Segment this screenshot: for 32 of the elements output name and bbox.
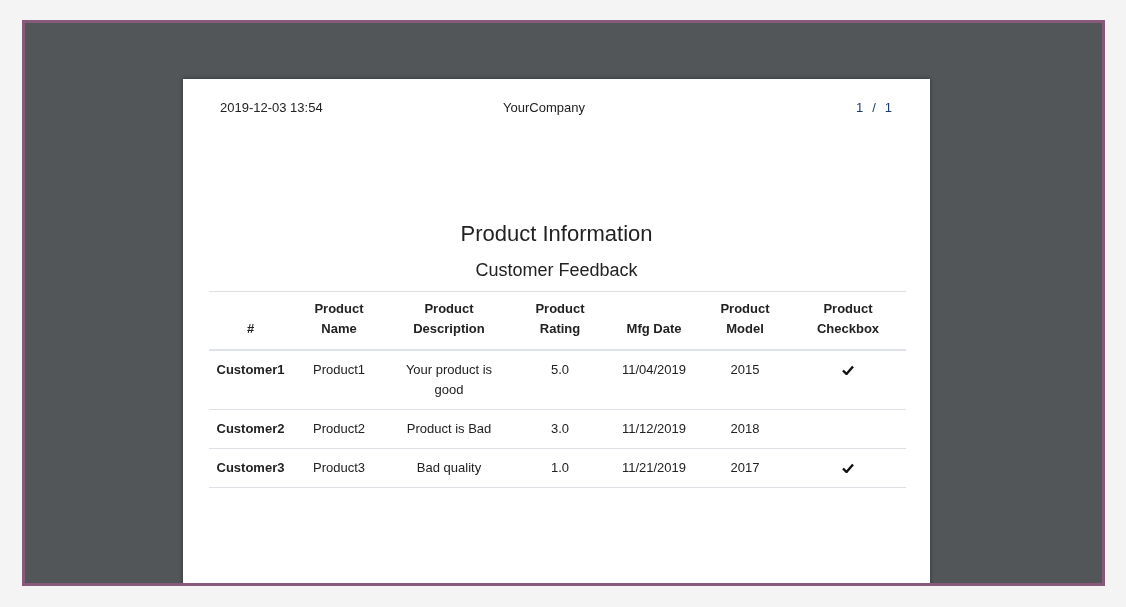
table-cell: Product2 — [292, 409, 386, 448]
table-cell: 3.0 — [512, 409, 608, 448]
print-timestamp: 2019-12-03 13:54 — [220, 98, 324, 117]
customer-cell: Customer3 — [209, 448, 292, 487]
customer-cell: Customer2 — [209, 409, 292, 448]
column-header: Mfg Date — [608, 291, 700, 350]
column-header: Product Description — [386, 291, 512, 350]
table-cell: 11/21/2019 — [608, 448, 700, 487]
column-header: Product Name — [292, 291, 386, 350]
company-name: YourCompany — [502, 98, 586, 117]
table-cell: 5.0 — [512, 349, 608, 409]
table-cell: Product is Bad — [386, 409, 512, 448]
table-cell: 1.0 — [512, 448, 608, 487]
column-header: Product Checkbox — [790, 291, 906, 350]
column-header: Product Model — [700, 291, 790, 350]
report-subtitle: Customer Feedback — [474, 259, 639, 282]
table-cell: 2017 — [700, 448, 790, 487]
table-cell: Product3 — [292, 448, 386, 487]
column-header: # — [209, 291, 292, 350]
table-cell: Product1 — [292, 349, 386, 409]
table-cell: 2015 — [700, 349, 790, 409]
table-cell: 11/04/2019 — [608, 349, 700, 409]
column-header: Product Rating — [512, 291, 608, 350]
page-separator: / — [872, 98, 876, 117]
table-cell: Your product is good — [386, 349, 512, 409]
table-cell: Bad quality — [386, 448, 512, 487]
page-count: 1 — [884, 98, 892, 117]
customer-cell: Customer1 — [209, 349, 292, 409]
table-cell: 11/12/2019 — [608, 409, 700, 448]
table-cell: 2018 — [700, 409, 790, 448]
page-number: 1 — [855, 98, 864, 117]
report-title: Product Information — [459, 220, 654, 248]
